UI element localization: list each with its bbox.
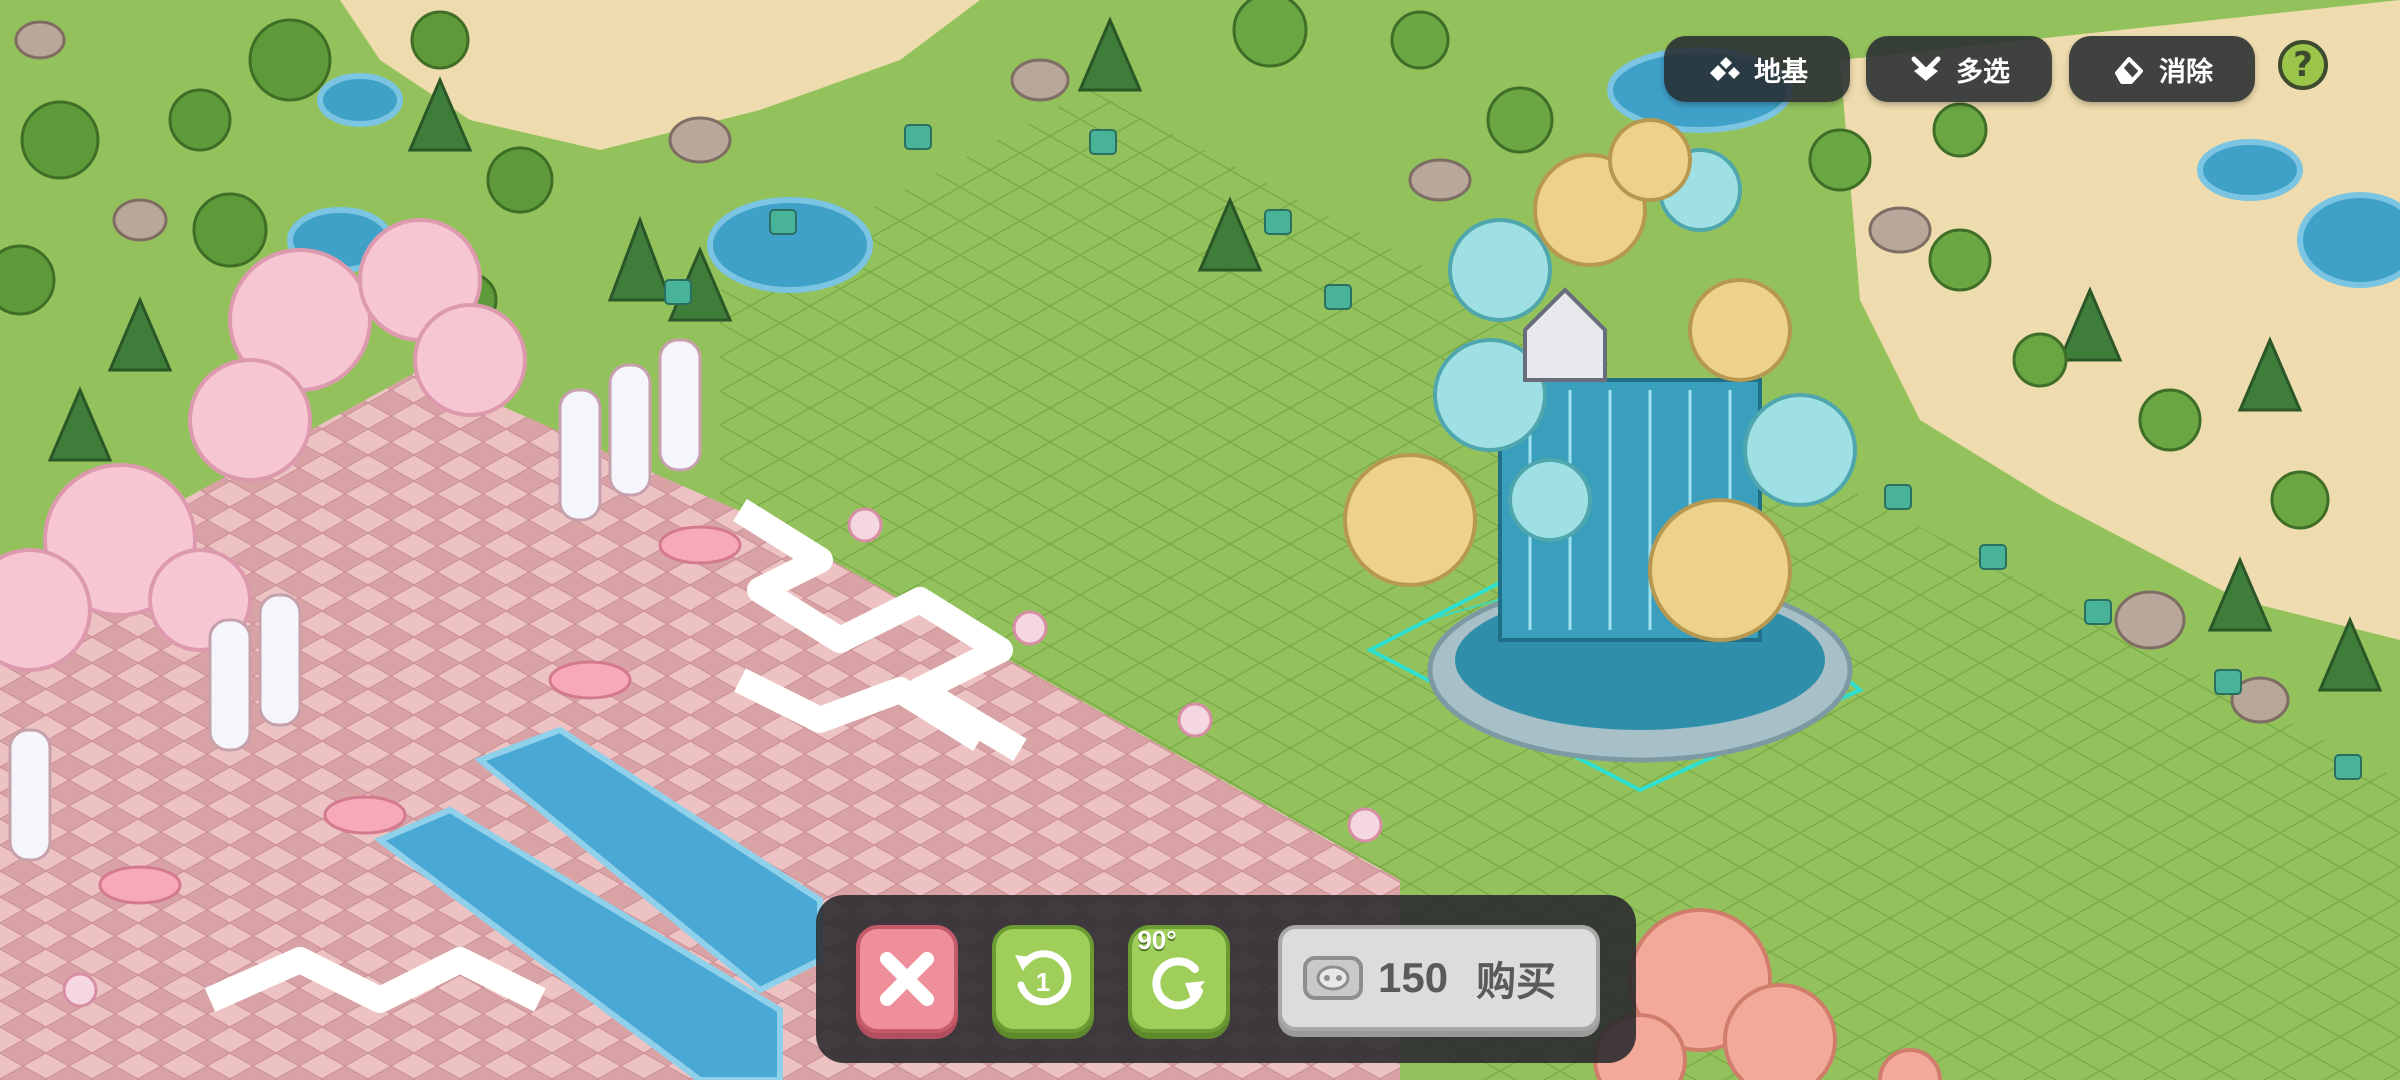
help-button[interactable]: ? — [2278, 40, 2328, 90]
pond — [2297, 192, 2400, 288]
close-icon — [880, 952, 934, 1006]
multiselect-label: 多选 — [1956, 56, 2010, 88]
buy-price: 150 — [1378, 954, 1449, 1001]
help-icon: ? — [2293, 45, 2313, 85]
rotate-left-icon: 1 — [1015, 950, 1072, 1006]
buy-label: 购买 — [1476, 959, 1557, 1005]
cancel-button[interactable] — [856, 925, 958, 1033]
coin-icon — [1303, 956, 1363, 1000]
foundation-label: 地基 — [1754, 56, 1808, 88]
buy-button[interactable]: 150 购买 — [1278, 925, 1600, 1031]
rotate-angle-label: 90° — [1137, 925, 1177, 955]
multiselect-icon — [1911, 56, 1941, 81]
foundation-button[interactable]: 地基 — [1664, 36, 1850, 102]
pond — [317, 73, 403, 127]
erase-label: 消除 — [2159, 56, 2213, 88]
eraser-icon — [2115, 57, 2143, 84]
pond — [2197, 139, 2303, 201]
rotate-left-label: 1 — [1036, 967, 1050, 997]
foundation-icon — [1710, 57, 1740, 81]
rotate-left-button[interactable]: 1 — [992, 925, 1094, 1033]
placement-action-bar: 1 90° 150 购买 — [816, 895, 1636, 1063]
erase-button[interactable]: 消除 — [2069, 36, 2255, 102]
multiselect-button[interactable]: 多选 — [1866, 36, 2052, 102]
